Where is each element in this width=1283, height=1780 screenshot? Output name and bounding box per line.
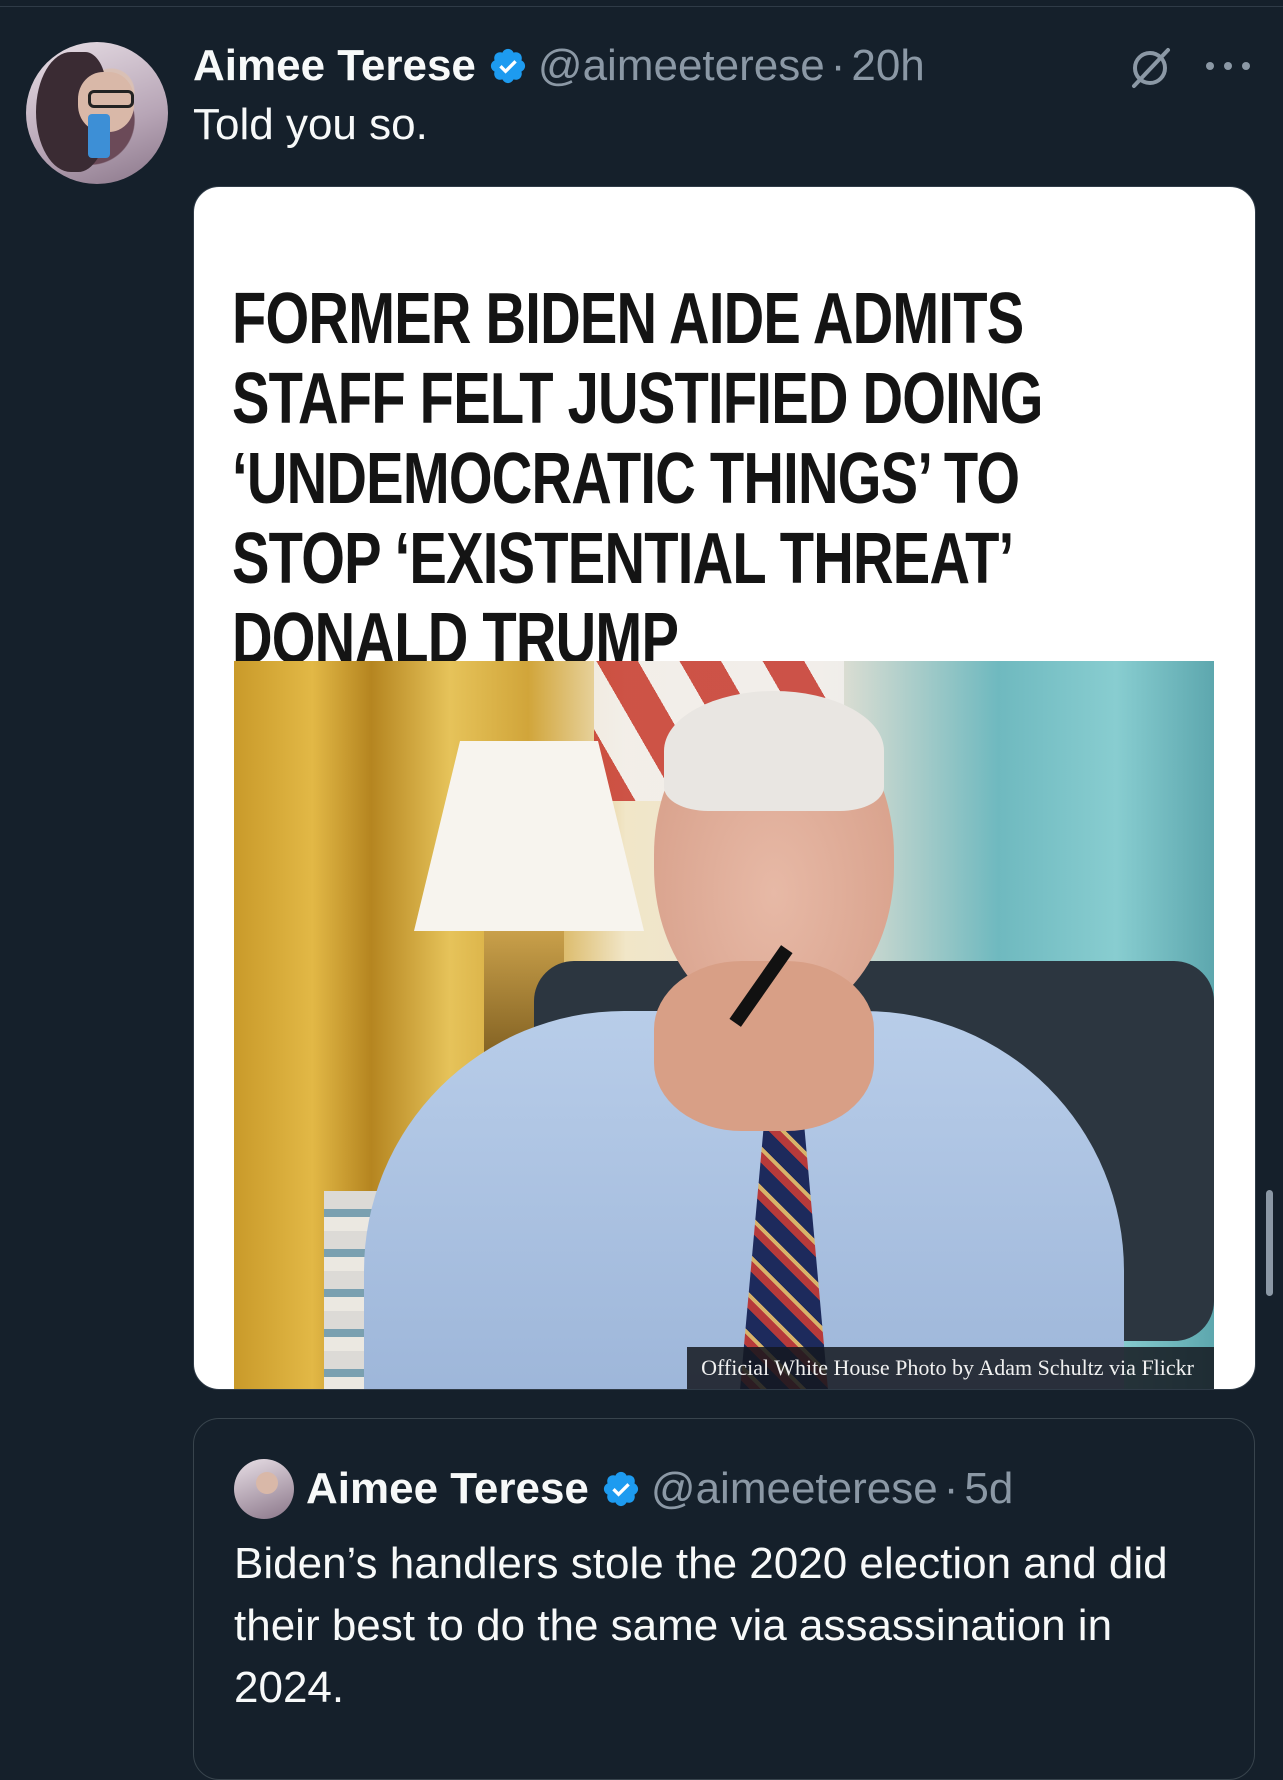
more-dot: [1242, 62, 1250, 70]
avatar-cup: [88, 114, 110, 158]
quoted-tweet-timestamp: 5d: [964, 1464, 1014, 1513]
author-name[interactable]: Aimee Terese: [193, 41, 476, 91]
quoted-tweet-header: Aimee Terese @aimeeterese · 5d: [306, 1459, 1013, 1519]
more-icon[interactable]: [1206, 56, 1250, 76]
avatar-glasses: [88, 90, 134, 108]
separator-dot: ·: [943, 1464, 959, 1513]
grok-icon[interactable]: [1126, 44, 1174, 92]
quoted-author-name: Aimee Terese: [306, 1464, 589, 1513]
quoted-author-handle: @aimeeterese: [650, 1464, 938, 1513]
verified-badge-icon: [603, 1471, 638, 1507]
author-avatar[interactable]: [26, 42, 168, 184]
quoted-author-avatar: [234, 1459, 294, 1519]
verified-badge-icon: [490, 48, 525, 84]
tweet-media-image[interactable]: FORMER BIDEN AIDE ADMITS STAFF FELT JUST…: [193, 186, 1256, 1390]
quoted-tweet-text: Biden’s handlers stole the 2020 election…: [234, 1539, 1168, 1712]
photo-credit: Official White House Photo by Adam Schul…: [687, 1347, 1214, 1389]
tweet-text: Told you so.: [193, 100, 428, 149]
top-divider: [0, 0, 1283, 7]
more-dot: [1224, 62, 1232, 70]
more-dot: [1206, 62, 1214, 70]
hair-shape: [664, 691, 884, 811]
quoted-tweet[interactable]: Aimee Terese @aimeeterese · 5d Biden’s h…: [193, 1418, 1255, 1780]
headline-text: FORMER BIDEN AIDE ADMITS STAFF FELT JUST…: [232, 279, 1043, 679]
scrollbar[interactable]: [1266, 1190, 1273, 1296]
separator-dot: ·: [830, 41, 846, 90]
author-handle[interactable]: @aimeeterese: [538, 41, 825, 91]
article-photo: Official White House Photo by Adam Schul…: [234, 661, 1214, 1389]
tweet-header: Aimee Terese @aimeeterese · 20h: [193, 38, 925, 94]
tweet-timestamp[interactable]: 20h: [851, 41, 924, 91]
